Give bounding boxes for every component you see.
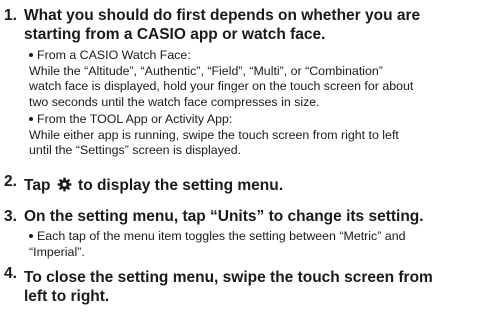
bullet-dot xyxy=(29,116,33,121)
bullet-heading: Each tap of the menu item toggles the se… xyxy=(29,229,481,245)
step-1-bullet-watch-face: From a CASIO Watch Face: While the “Alti… xyxy=(29,48,481,110)
step-1-heading: What you should do first depends on whet… xyxy=(24,6,484,44)
step-2-text-after-icon: to display the setting menu. xyxy=(78,177,283,194)
bullet-line: watch face is displayed, hold your finge… xyxy=(29,79,414,94)
instruction-document: 1. What you should do first depends on w… xyxy=(0,0,489,322)
step-3-heading: On the setting menu, tap “Units” to chan… xyxy=(24,207,484,226)
step-1-number: 1. xyxy=(4,7,17,24)
bullet-heading: From a CASIO Watch Face: xyxy=(29,48,481,64)
bullet-dot xyxy=(29,233,33,238)
step-3-bullet: Each tap of the menu item toggles the se… xyxy=(29,229,481,260)
step-2-heading: Tap to display the setting menu. xyxy=(24,176,484,195)
bullet-line: until the “Settings” screen is displayed… xyxy=(29,143,242,158)
bullet-heading: From the TOOL App or Activity App: xyxy=(29,112,481,128)
step-4-heading-line-2: left to right. xyxy=(24,288,110,305)
step-3-heading-line-1: On the setting menu, tap “Units” to chan… xyxy=(24,208,424,225)
step-3-number: 3. xyxy=(4,208,17,225)
bullet-line: “Imperial”. xyxy=(29,244,85,259)
bullet-line: While either app is running, swipe the t… xyxy=(29,127,399,142)
step-4-heading: To close the setting menu, swipe the tou… xyxy=(24,268,484,306)
step-1-bullet-tool-app: From the TOOL App or Activity App: While… xyxy=(29,112,481,159)
bullet-line: While the “Altitude”, “Authentic”, “Fiel… xyxy=(29,63,383,78)
gear-icon xyxy=(57,177,72,192)
bullet-line: two seconds until the watch face compres… xyxy=(29,94,320,109)
bullet-dot xyxy=(29,52,33,57)
step-1-heading-line-1: What you should do first depends on whet… xyxy=(24,7,421,24)
step-2-text-before-icon: Tap xyxy=(24,177,51,194)
step-4-number: 4. xyxy=(4,265,17,282)
step-1-heading-line-2: starting from a CASIO app or watch face. xyxy=(24,26,326,43)
step-4-heading-line-1: To close the setting menu, swipe the tou… xyxy=(24,269,433,286)
step-2-number: 2. xyxy=(4,173,17,190)
